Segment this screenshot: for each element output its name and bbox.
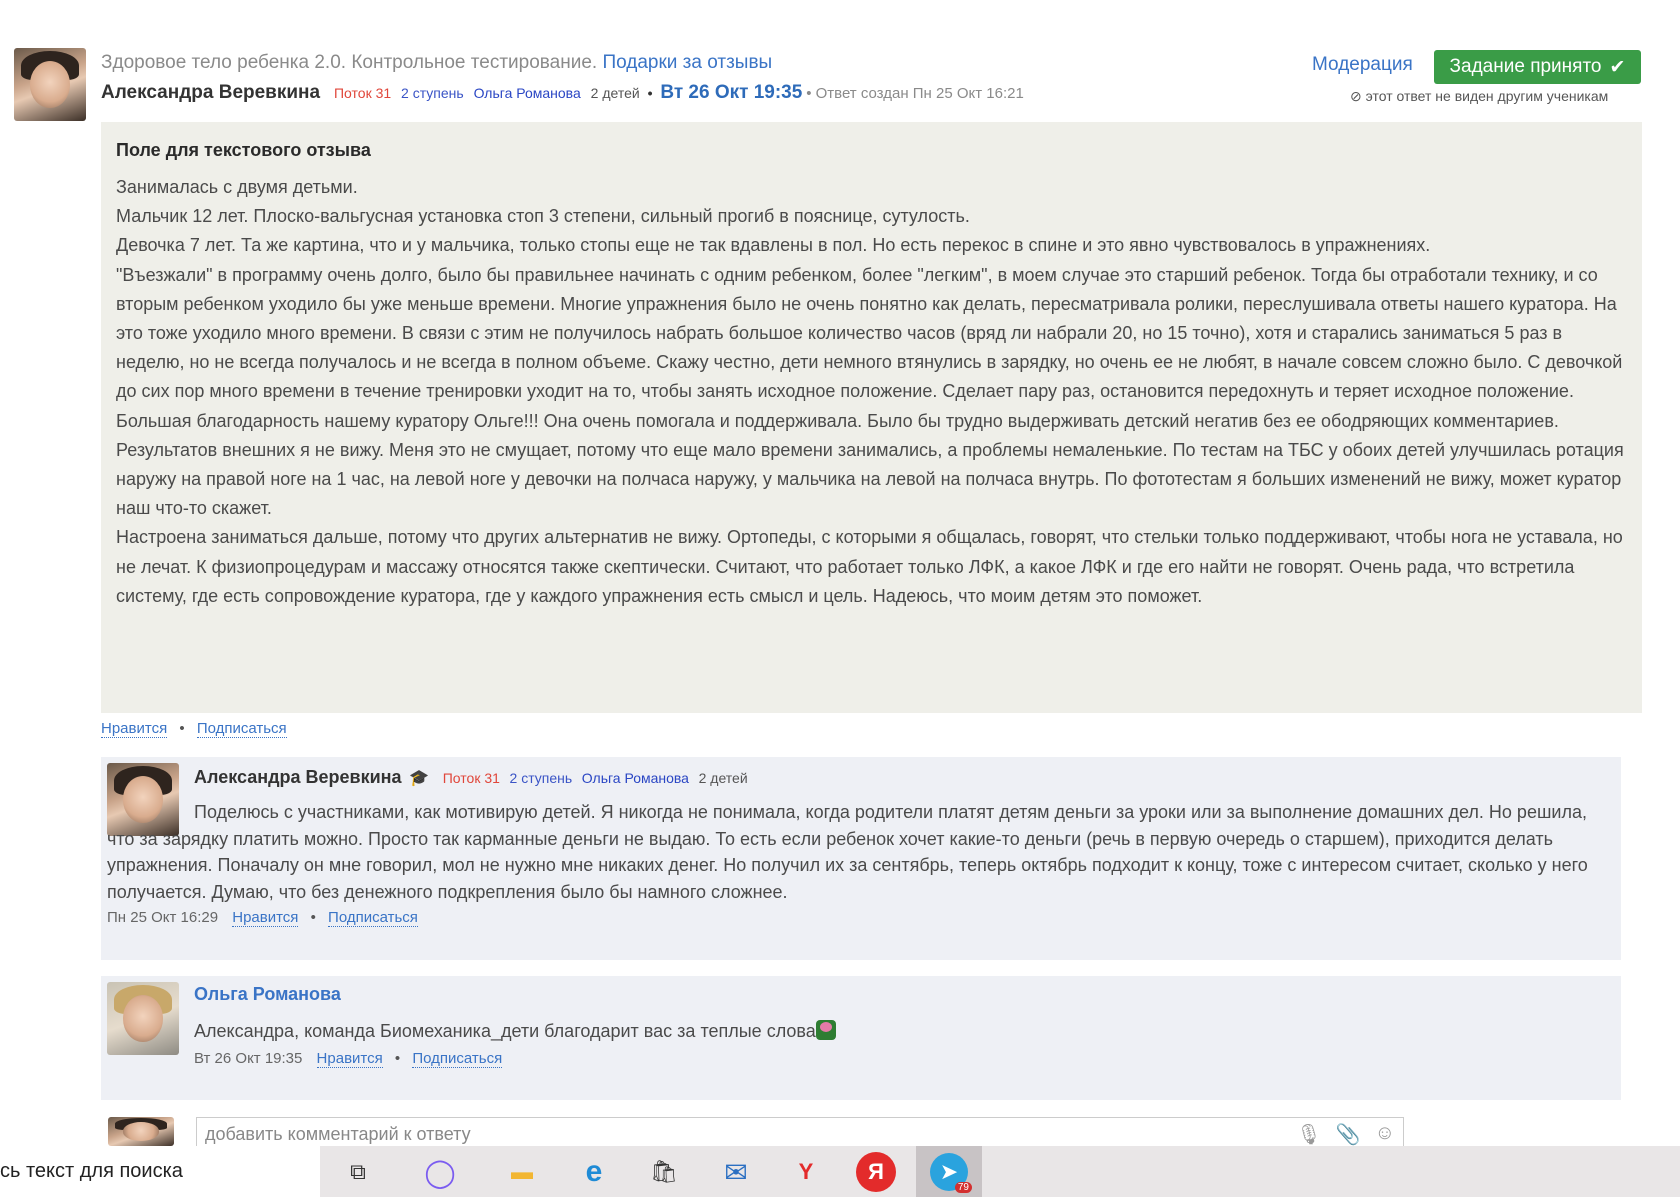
comment-author-name[interactable]: Ольга Романова [194,984,341,1005]
comment-actions: Вт 26 Окт 19:35 Нравится • Подписаться [194,1050,503,1068]
check-icon: ✔ [1609,56,1626,78]
store-icon[interactable]: 🛍 [644,1152,684,1192]
review-paragraph: Занималась с двумя детьми. [116,177,358,197]
emoji-icon[interactable]: ☺ [1375,1122,1395,1147]
author-avatar[interactable] [14,48,86,121]
task-accepted-button[interactable]: Задание принято ✔ [1434,50,1641,84]
review-paragraph: "Въезжали" в программу очень долго, было… [116,264,1623,402]
telegram-icon[interactable]: ➤ 79 [916,1146,982,1197]
curator-link[interactable]: Ольга Романова [474,85,581,101]
flower-emoji-icon [815,1020,836,1040]
like-link[interactable]: Нравится [316,1050,383,1068]
course-link[interactable]: Подарки за отзывы [602,52,772,73]
comment-time: Вт 26 Окт 19:35 [194,1050,303,1067]
kids-count: 2 детей [698,770,748,786]
comment-author-meta: Александра Веревкина 🎓 Поток 31 2 ступен… [194,767,748,788]
separator: • [647,85,653,101]
stream-badge: Поток 31 [333,85,392,101]
subscribe-link[interactable]: Подписаться [328,909,418,927]
taskbar-search-input[interactable]: сь текст для поиска [0,1146,320,1197]
comment-author-name[interactable]: Александра Веревкина [194,767,402,787]
like-link[interactable]: Нравится [101,720,168,738]
comment-text: Александра, команда Биомеханика_дети бла… [194,1020,836,1042]
eye-off-icon: ⊘ [1350,88,1362,104]
yandex-icon[interactable]: Я [856,1152,896,1192]
moderation-link[interactable]: Модерация [1312,54,1413,76]
telegram-badge: 79 [954,1182,972,1193]
visibility-note: ⊘ этот ответ не виден другим ученикам [1350,88,1609,104]
level-badge: 2 ступень [509,770,573,786]
cortana-icon[interactable]: ◯ [420,1152,460,1192]
task-view-icon[interactable]: ⧉ [338,1152,378,1192]
review-text: Занималась с двумя детьми. Мальчик 12 ле… [116,173,1628,611]
stream-badge: Поток 31 [442,770,500,786]
comment-avatar[interactable] [107,982,179,1055]
review-box: Поле для текстового отзыва Занималась с … [101,122,1642,713]
author-meta: Александра Веревкина Поток 31 2 ступень … [101,82,1024,104]
graduation-cap-icon: 🎓 [409,770,430,787]
add-comment-placeholder: добавить комментарий к ответу [205,1124,471,1144]
windows-taskbar: сь текст для поиска ⧉ ◯ ▬ e 🛍 ✉ Y Я ➤ 79 [0,1146,1680,1197]
post-actions: Нравится • Подписаться [101,720,287,738]
task-accepted-label: Задание принято [1449,56,1602,77]
review-paragraph: Большая благодарность нашему куратору Ол… [116,410,1559,431]
yandex-browser-icon[interactable]: Y [786,1152,826,1192]
subscribe-link[interactable]: Подписаться [412,1050,503,1068]
review-paragraph: Результатов внешних я не вижу. Меня это … [116,439,1624,519]
level-badge: 2 ступень [401,85,464,101]
mail-icon[interactable]: ✉ [716,1152,756,1192]
current-user-avatar [108,1117,174,1146]
like-link[interactable]: Нравится [232,909,299,927]
subscribe-link[interactable]: Подписаться [196,720,287,738]
post-date: Вт 26 Окт 19:35 [660,82,803,103]
review-paragraph: Настроена заниматься дальше, потому что … [116,527,1623,606]
comment-tools: 🎙 📎 ☺ [1296,1122,1395,1147]
comment-actions: Пн 25 Окт 16:29 Нравится • Подписаться [107,909,418,927]
created-time: • Ответ создан Пн 25 Окт 16:21 [806,85,1024,102]
file-explorer-icon[interactable]: ▬ [502,1152,542,1192]
review-title: Поле для текстового отзыва [116,140,371,160]
comment: Александра Веревкина 🎓 Поток 31 2 ступен… [101,757,1621,960]
review-paragraph: Девочка 7 лет. Та же картина, что и у ма… [116,235,1431,256]
review-paragraph: Мальчик 12 лет. Плоско-вальгусная устано… [116,206,970,227]
kids-count: 2 детей [590,85,640,101]
microphone-icon[interactable]: 🎙 [1296,1122,1321,1147]
author-name[interactable]: Александра Веревкина [101,82,320,103]
comment-time: Пн 25 Окт 16:29 [107,909,219,926]
edge-icon[interactable]: e [574,1152,614,1192]
attachment-icon[interactable]: 📎 [1336,1122,1361,1147]
comment: Ольга Романова Александра, команда Биоме… [101,976,1621,1100]
comment-text: Поделюсь с участниками, как мотивирую де… [107,802,1588,902]
course-title: Здоровое тело ребенка 2.0. Контрольное т… [101,52,773,73]
curator-link[interactable]: Ольга Романова [582,770,689,786]
